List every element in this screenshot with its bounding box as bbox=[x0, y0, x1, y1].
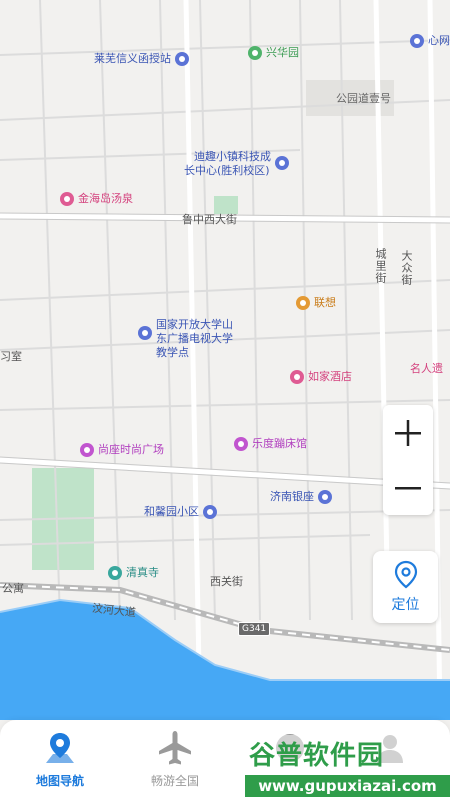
highway-shield: G341 bbox=[238, 622, 271, 636]
street-dazhong: 大众街 bbox=[400, 250, 413, 286]
poi-rujia[interactable]: 如家酒店 bbox=[290, 370, 352, 384]
poi-diqu[interactable]: 迪趣小镇科技成 长中心(胜利校区) bbox=[184, 150, 289, 178]
poi-label: 习室 bbox=[0, 350, 22, 363]
poi-label: 教学点 bbox=[156, 346, 189, 359]
poi-label: 心网 bbox=[428, 34, 450, 47]
airplane-icon bbox=[155, 728, 195, 768]
locate-button[interactable]: 定位 bbox=[373, 551, 438, 623]
poi-open-university[interactable]: 国家开放大学山 东广播电视大学 教学点 bbox=[138, 318, 233, 360]
poi-park[interactable]: 公园道壹号 bbox=[336, 92, 391, 106]
location-pin-icon bbox=[203, 505, 217, 519]
location-pin-icon bbox=[175, 52, 189, 66]
poi-label: 长中心(胜利校区) bbox=[184, 164, 270, 177]
watermark-url: www.gupuxiazai.com bbox=[245, 775, 450, 797]
poi-xin[interactable]: 心网 bbox=[410, 34, 450, 48]
poi-label: 如家酒店 bbox=[308, 370, 352, 383]
poi-label: 乐度蹦床馆 bbox=[252, 437, 307, 450]
location-pin-icon bbox=[296, 296, 310, 310]
poi-label: 兴华园 bbox=[266, 46, 299, 59]
location-pin-icon bbox=[290, 370, 304, 384]
poi-label: 公寓 bbox=[2, 582, 24, 595]
tab-map-navigation[interactable]: 地图导航 bbox=[0, 720, 120, 800]
poi-laiwu[interactable]: 莱芜信义函授站 bbox=[94, 52, 189, 66]
zoom-controls bbox=[383, 405, 433, 515]
location-pin-icon bbox=[410, 34, 424, 48]
locate-label: 定位 bbox=[391, 597, 420, 613]
poi-label: 济南银座 bbox=[270, 490, 314, 503]
location-pin-icon bbox=[248, 46, 262, 60]
plus-icon bbox=[395, 419, 421, 446]
location-pin-icon bbox=[394, 560, 417, 589]
watermark-title: 谷普软件园 bbox=[249, 741, 385, 771]
poi-jinhai[interactable]: 金海岛汤泉 bbox=[60, 192, 133, 206]
street-xiguan: 西关街 bbox=[210, 575, 243, 588]
poi-qingzhen[interactable]: 清真寺 bbox=[108, 566, 159, 580]
zoom-out-button[interactable] bbox=[383, 460, 433, 515]
navigation-pin-icon bbox=[40, 728, 80, 768]
poi-shangzuo[interactable]: 尚座时尚广场 bbox=[80, 443, 164, 457]
minus-icon bbox=[395, 486, 421, 489]
poi-xinghua[interactable]: 兴华园 bbox=[248, 46, 299, 60]
poi-ledu[interactable]: 乐度蹦床馆 bbox=[234, 437, 307, 451]
poi-apartment[interactable]: 公寓 bbox=[2, 582, 24, 596]
poi-hexin[interactable]: 和馨园小区 bbox=[144, 505, 217, 519]
poi-left-edge[interactable]: 习室 bbox=[0, 350, 22, 364]
location-pin-icon bbox=[234, 437, 248, 451]
poi-label: 和馨园小区 bbox=[144, 505, 199, 518]
poi-label: 国家开放大学山 bbox=[156, 318, 233, 331]
poi-mingren[interactable]: 名人遗 bbox=[410, 362, 443, 376]
poi-label: 尚座时尚广场 bbox=[98, 443, 164, 456]
poi-label: 莱芜信义函授站 bbox=[94, 52, 171, 65]
zoom-in-button[interactable] bbox=[383, 405, 433, 460]
location-pin-icon bbox=[138, 326, 152, 340]
poi-label: 名人遗 bbox=[410, 362, 443, 375]
poi-label: 东广播电视大学 bbox=[156, 332, 233, 345]
location-pin-icon bbox=[60, 192, 74, 206]
poi-label: 迪趣小镇科技成 bbox=[194, 150, 271, 163]
poi-jinan-yinzuo[interactable]: 济南银座 bbox=[270, 490, 332, 504]
location-pin-icon bbox=[80, 443, 94, 457]
tab-label: 地图导航 bbox=[35, 774, 84, 788]
poi-label: 联想 bbox=[314, 296, 336, 309]
location-pin-icon bbox=[318, 490, 332, 504]
poi-label: 金海岛汤泉 bbox=[78, 192, 133, 205]
location-pin-icon bbox=[108, 566, 122, 580]
street-chengli: 城里街 bbox=[374, 248, 387, 284]
street-luzhong: 鲁中西大街 bbox=[182, 213, 237, 226]
poi-label: 公园道壹号 bbox=[336, 92, 391, 105]
map-canvas[interactable] bbox=[0, 0, 450, 800]
tab-label: 畅游全国 bbox=[150, 774, 199, 788]
watermark: 谷普软件园 www.gupuxiazai.com bbox=[245, 735, 450, 800]
poi-label: 清真寺 bbox=[126, 566, 159, 579]
poi-lianxiang[interactable]: 联想 bbox=[296, 296, 336, 310]
location-pin-icon bbox=[275, 156, 289, 170]
tab-travel-nationwide[interactable]: 畅游全国 bbox=[115, 720, 235, 800]
